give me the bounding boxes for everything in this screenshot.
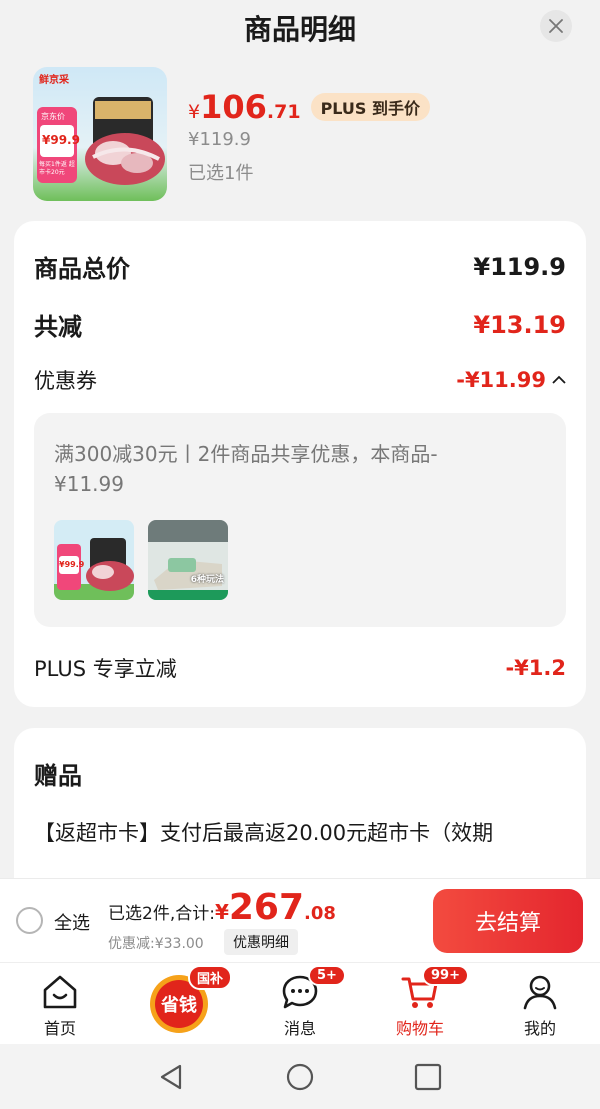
reduced-label: 共减 (34, 313, 82, 341)
gift-description: 【返超市卡】支付后最高返20.00元超市卡（效期 (34, 821, 494, 845)
product-image-brand: 京东价 (41, 112, 65, 121)
order-total: 已选2件,合计: ¥ 267 .08 (108, 887, 336, 928)
total-price-row: 商品总价 ¥119.9 (34, 249, 566, 284)
tab-profile-label: 我的 (523, 1019, 556, 1038)
total-price-value: ¥119.9 (473, 252, 566, 281)
selected-count: 已选1件 (188, 163, 254, 184)
tab-messages-label: 消息 (283, 1019, 316, 1038)
tab-save-money[interactable]: 省钱 国补 (120, 963, 240, 1045)
select-all-label[interactable]: 全选 (54, 909, 90, 935)
price-currency: ¥ (188, 101, 201, 123)
reduced-value: ¥13.19 (473, 310, 566, 339)
coupon-item-thumb-1[interactable]: ¥99.9 (54, 520, 134, 600)
coupon-item-thumb-2[interactable]: 6种玩法 (148, 520, 228, 600)
system-nav-bar (0, 1044, 600, 1109)
coupon-value: -¥11.99 (456, 368, 546, 392)
product-detail-sheet: 商品明细 鲜京采 京东价 ¥99.9 每买1件返 超市卡20元 ¥ 106 .7… (0, 0, 600, 878)
tab-cart-badge: 99+ (422, 965, 469, 986)
price-integer: 106 (200, 88, 267, 126)
plus-discount-value: -¥1.2 (505, 656, 566, 680)
order-total-label: 已选2件,合计: (108, 904, 215, 924)
order-total-currency: ¥ (214, 900, 229, 924)
product-image-label: 鲜京采 (39, 75, 69, 86)
product-price: ¥ 106 .71 PLUS 到手价 (188, 88, 431, 126)
total-price-label: 商品总价 (34, 255, 130, 283)
gift-title: 赠品 (34, 762, 82, 790)
tab-home[interactable]: 首页 (0, 963, 120, 1045)
product-image-price: ¥99.9 (42, 133, 80, 147)
page-title: 商品明细 (243, 13, 356, 46)
discount-amount: 优惠减:¥33.00 (108, 936, 204, 952)
coupon-row[interactable]: 优惠券 -¥11.99 (34, 365, 566, 395)
chevron-up-icon[interactable] (552, 375, 566, 385)
original-price: ¥119.9 (188, 129, 251, 150)
order-total-integer: 267 (228, 887, 305, 928)
recent-apps-square-icon[interactable] (413, 1062, 443, 1092)
price-decimal: .71 (266, 101, 301, 123)
select-all-radio[interactable] (16, 907, 43, 934)
order-total-decimal: .08 (304, 903, 336, 924)
coupon-label: 优惠券 (34, 369, 97, 393)
coupon-description: 满300减30元丨2件商品共享优惠，本商品-¥11.99 (54, 442, 438, 496)
thumb-2-text: 6种玩法 (190, 575, 224, 585)
plus-discount-row: PLUS 专享立减 -¥1.2 (34, 653, 566, 683)
gift-card: 赠品 【返超市卡】支付后最高返20.00元超市卡（效期 (14, 728, 586, 878)
tab-messages-badge: 5+ (308, 965, 346, 986)
tab-messages[interactable]: 5+ 消息 (240, 963, 360, 1045)
checkout-button[interactable]: 去结算 (433, 889, 583, 953)
tab-home-label: 首页 (43, 1019, 76, 1038)
save-money-text: 省钱 (161, 995, 197, 1016)
close-button[interactable] (540, 10, 572, 42)
product-image[interactable]: 鲜京采 京东价 ¥99.9 每买1件返 超市卡20元 (33, 67, 167, 201)
tab-save-money-badge: 国补 (188, 965, 233, 990)
profile-icon (523, 975, 557, 1010)
thumb-1-price: ¥99.9 (59, 560, 85, 569)
product-image-note: 每买1件返 超市卡20元 (39, 161, 75, 176)
plus-price-tag: PLUS 到手价 (310, 93, 431, 121)
plus-discount-label: PLUS 专享立减 (34, 657, 177, 681)
tab-profile[interactable]: 我的 (480, 963, 600, 1045)
home-icon (43, 975, 77, 1009)
bottom-tab-bar: 首页 省钱 国补 5+ 消息 99+ 购物车 我的 (0, 962, 600, 1044)
reduced-row: 共减 ¥13.19 (34, 307, 566, 342)
coupon-detail-box: 满300减30元丨2件商品共享优惠，本商品-¥11.99 ¥99.9 6种玩法 (34, 413, 566, 627)
back-triangle-icon[interactable] (156, 1062, 186, 1092)
tab-cart-label: 购物车 (395, 1019, 444, 1038)
home-circle-icon[interactable] (285, 1062, 315, 1092)
price-summary-card: 商品总价 ¥119.9 共减 ¥13.19 优惠券 -¥11.99 满300减3… (14, 221, 586, 707)
discount-detail-button[interactable]: 优惠明细 (224, 929, 298, 955)
tab-cart[interactable]: 99+ 购物车 (360, 963, 480, 1045)
checkout-bar: 全选 已选2件,合计: ¥ 267 .08 优惠减:¥33.00 优惠明细 去结… (0, 878, 600, 962)
close-icon (549, 19, 563, 33)
